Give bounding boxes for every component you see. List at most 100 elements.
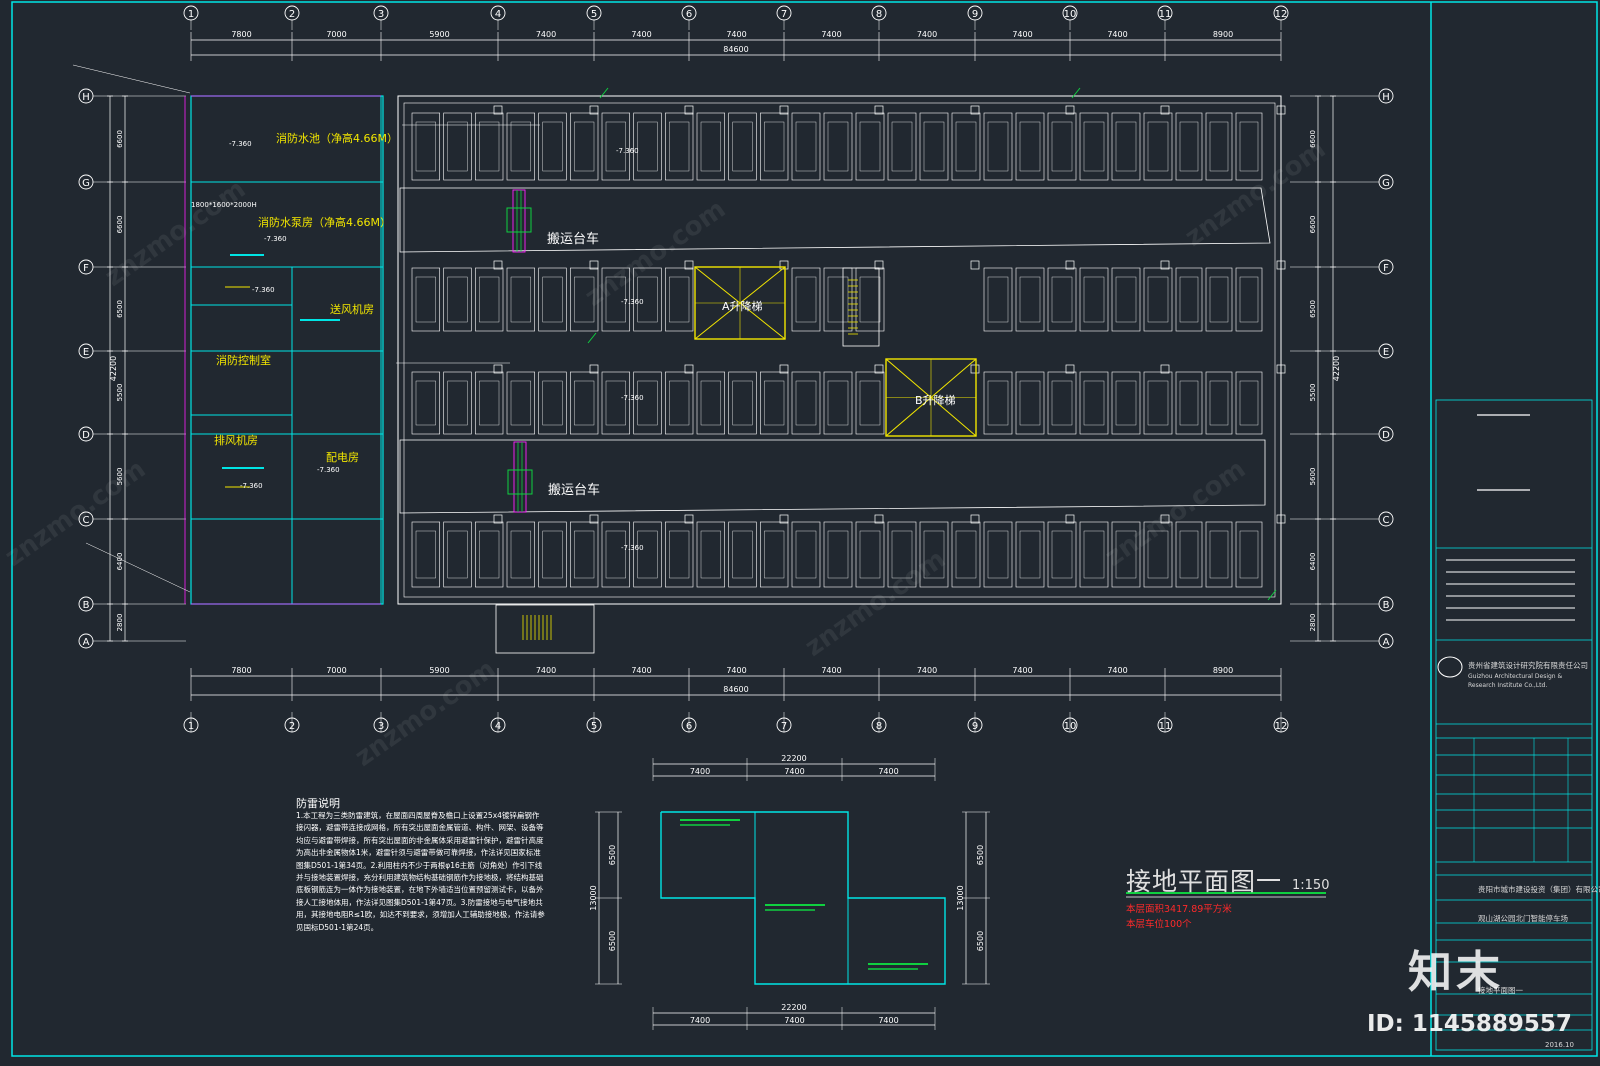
room-fire-control: 消防控制室 — [216, 354, 271, 367]
car-outline — [510, 380, 531, 426]
side-dim-label: 6400 — [116, 553, 124, 571]
car-outline — [1051, 276, 1073, 323]
side-dim-label: 6500 — [116, 300, 124, 318]
parking-stall — [823, 521, 853, 588]
car-outline — [764, 380, 785, 426]
car-outline — [447, 276, 468, 323]
car-outline — [542, 530, 563, 579]
car-outline — [542, 380, 563, 426]
side-dim-total: 42200 — [109, 356, 118, 381]
car-outline — [479, 380, 500, 426]
level-label-8: -7.360 — [621, 394, 644, 402]
grid-bubble-label: 5 — [591, 9, 597, 20]
parking-stall — [791, 521, 821, 588]
lift-a-label: A升降梯 — [722, 300, 763, 313]
small-dim-label: 7400 — [784, 767, 804, 776]
car-outline — [1209, 530, 1229, 579]
side-dim-label: 6400 — [1309, 553, 1317, 571]
room-supply-fan: 送风机房 — [330, 303, 374, 316]
dim-span-label: 7000 — [326, 666, 346, 675]
small-side-label: 6500 — [976, 845, 985, 865]
car-outline — [574, 380, 595, 426]
cart-body — [506, 207, 532, 233]
car-outline — [732, 121, 753, 172]
small-dim-label: 7400 — [878, 767, 898, 776]
level-label-9: -7.360 — [621, 544, 644, 552]
tb-project: 观山湖公园北门智能停车场 — [1478, 914, 1568, 923]
car-outline — [732, 380, 753, 426]
side-dim-label: 2800 — [1309, 614, 1317, 632]
parking-stall — [855, 521, 885, 588]
car-outline — [542, 121, 563, 172]
cart-rail — [513, 441, 527, 513]
grid-bubble-label: 1 — [188, 9, 194, 20]
parking-stall — [983, 371, 1013, 435]
grid-bubble-label: 9 — [972, 9, 978, 20]
car-outline — [574, 530, 595, 579]
dim-span-label: 5900 — [429, 666, 449, 675]
side-dim-label: 2800 — [116, 614, 124, 632]
grid-bubble-label: G — [1382, 178, 1390, 189]
small-plan-outline — [660, 811, 946, 985]
car-outline — [732, 530, 753, 579]
grid-bubble-label: A — [1383, 637, 1390, 648]
car-outline — [637, 380, 658, 426]
car-outline — [1209, 380, 1229, 426]
grid-bubble-label: H — [1382, 92, 1390, 103]
parking-stall — [791, 371, 821, 435]
side-dim-label: 6600 — [1309, 216, 1317, 234]
car-outline — [764, 530, 785, 579]
dim-span-label: 7400 — [1107, 30, 1127, 39]
car-outline — [479, 276, 500, 323]
cart-label-upper: 搬运台车 — [547, 232, 600, 247]
car-outline — [1115, 276, 1137, 323]
side-dim-label: 5500 — [1309, 384, 1317, 402]
car-outline — [510, 121, 531, 172]
car-outline — [827, 530, 849, 579]
parking-stall — [791, 112, 821, 181]
side-dim-label: 6500 — [1309, 300, 1317, 318]
parking-stall — [983, 267, 1013, 332]
level-label-1: -7.360 — [229, 140, 252, 148]
grid-bubble-label: 12 — [1275, 9, 1288, 20]
car-outline — [859, 380, 881, 426]
car-outline — [1019, 380, 1041, 426]
dim-span-label: 7000 — [326, 30, 346, 39]
car-outline — [795, 276, 817, 323]
car-outline — [1239, 530, 1259, 579]
car-outline — [987, 276, 1009, 323]
level-label-5: -7.360 — [240, 482, 263, 490]
grid-bubble-label: 11 — [1159, 9, 1172, 20]
car-outline — [827, 276, 849, 323]
grid-bubble-label: C — [1383, 515, 1390, 526]
site-watermark: znzmo.com — [1100, 454, 1252, 573]
watermark-brand: 知末 — [1408, 947, 1504, 998]
parking-stall — [983, 521, 1013, 588]
car-outline — [955, 530, 977, 579]
car-outline — [447, 530, 468, 579]
parking-stall — [823, 371, 853, 435]
tb-company-en: Guizhou Architectural Design & Research … — [1468, 673, 1563, 689]
car-outline — [574, 121, 595, 172]
dim-span-label: 7400 — [1012, 30, 1032, 39]
tb-company-cn: 贵州省建筑设计研究院有限责任公司 — [1468, 661, 1588, 670]
dim-total-label: 84600 — [723, 45, 748, 54]
parking-stall — [855, 371, 885, 435]
car-outline — [1239, 380, 1259, 426]
car-outline — [795, 121, 817, 172]
small-side-label: 6500 — [976, 931, 985, 951]
car-outline — [827, 121, 849, 172]
site-watermark: znzmo.com — [0, 454, 151, 573]
site-watermark: znzmo.com — [350, 654, 502, 773]
dim-span-label: 7400 — [631, 30, 651, 39]
car-outline — [1019, 276, 1041, 323]
car-outline — [510, 276, 531, 323]
dim-span-label: 7400 — [536, 666, 556, 675]
parking-stall — [983, 112, 1013, 181]
car-outline — [510, 530, 531, 579]
company-logo — [1437, 656, 1463, 678]
car-outline — [542, 276, 563, 323]
grid-bubble-label: 4 — [495, 9, 501, 20]
car-outline — [479, 121, 500, 172]
car-outline — [859, 530, 881, 579]
